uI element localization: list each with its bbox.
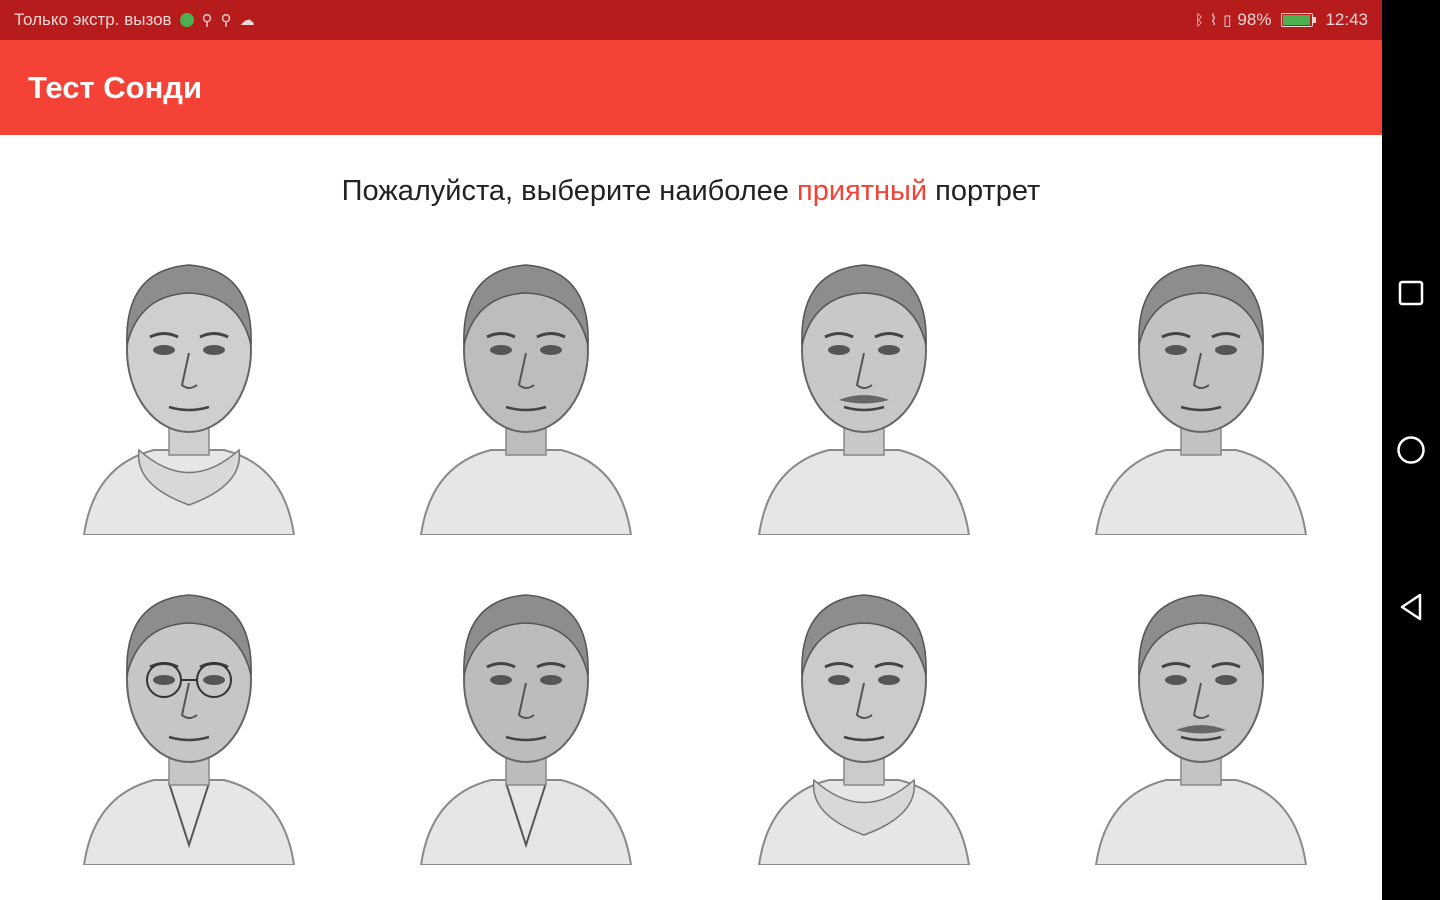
portrait-8[interactable] [1053, 560, 1351, 870]
portrait-3[interactable] [715, 230, 1013, 540]
recents-icon [1398, 280, 1424, 306]
navigation-bar [1382, 0, 1440, 900]
instruction-suffix: портрет [927, 175, 1041, 207]
portrait-sketch [1095, 264, 1308, 535]
home-button[interactable] [1382, 415, 1440, 485]
cloud-icon: ☁ [239, 11, 255, 29]
recents-button[interactable] [1382, 258, 1440, 328]
battery-percent: 98% [1237, 10, 1272, 29]
portrait-sketch [757, 594, 970, 865]
vibrate-icon: ⌇ [1209, 11, 1218, 29]
sim-icon: ▯ [1223, 11, 1232, 29]
instruction-prefix: Пожалуйста, выберите наиболее [341, 175, 797, 207]
carrier-text: Только экстр. вызов [14, 10, 172, 29]
bluetooth-icon: ᛒ [1194, 11, 1204, 29]
portrait-sketch [82, 594, 295, 865]
usb-icon: ⚲ [220, 11, 232, 29]
status-bar: Только экстр. вызов ⚲ ⚲ ☁ ᛒ ⌇ ▯ 98% 12:4… [0, 0, 1382, 40]
portrait-grid [40, 230, 1350, 870]
portrait-sketch [420, 594, 633, 865]
usb-icon: ⚲ [201, 11, 213, 29]
app-bar: Тест Сонди [0, 40, 1382, 135]
back-button[interactable] [1382, 572, 1440, 642]
portrait-1[interactable] [40, 230, 338, 540]
clock: 12:43 [1325, 10, 1368, 29]
portrait-5[interactable] [40, 560, 338, 870]
app-title: Тест Сонди [28, 69, 203, 105]
home-icon [1397, 436, 1425, 464]
portrait-7[interactable] [715, 560, 1013, 870]
portrait-sketch [420, 264, 633, 535]
portrait-4[interactable] [1053, 230, 1351, 540]
instruction-highlight: приятный [796, 175, 928, 207]
back-icon [1400, 593, 1422, 621]
content-area: Пожалуйста, выберите наиболее приятный п… [0, 135, 1382, 900]
portrait-sketch [757, 264, 970, 535]
portrait-sketch [1095, 594, 1308, 865]
portrait-2[interactable] [378, 230, 676, 540]
battery-icon [1281, 13, 1317, 27]
instruction-text: Пожалуйста, выберите наиболее приятный п… [0, 175, 1382, 208]
portrait-6[interactable] [378, 560, 676, 870]
globe-icon [179, 13, 194, 27]
portrait-sketch [82, 264, 295, 535]
